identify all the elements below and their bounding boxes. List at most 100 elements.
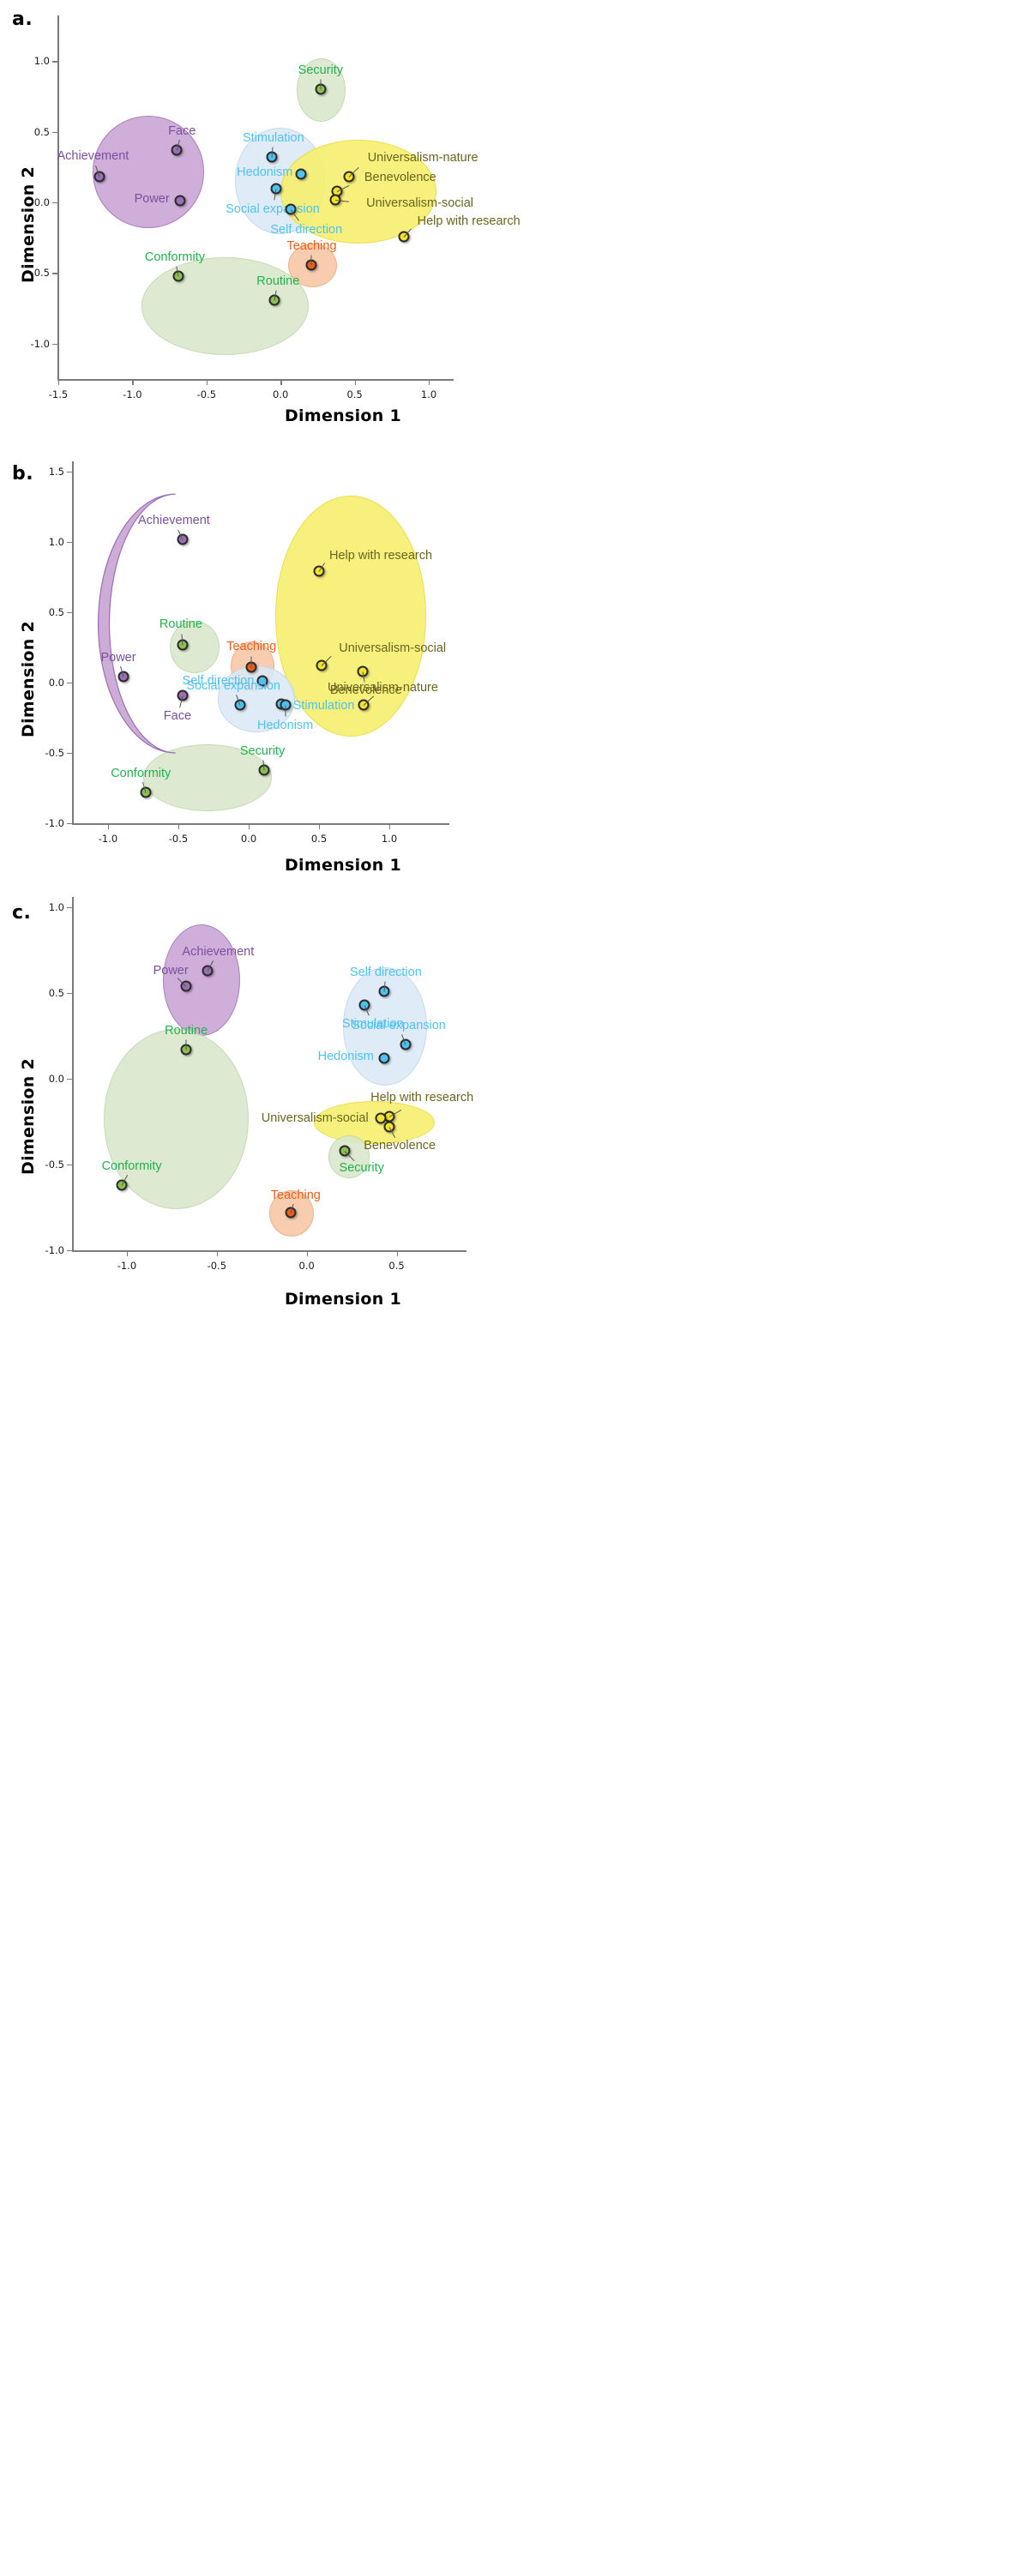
- point-label: Routine: [256, 274, 300, 288]
- point-label: Help with research: [329, 549, 433, 563]
- x-tick-label: 0.5: [346, 388, 363, 400]
- x-tick-label: -1.0: [98, 833, 118, 845]
- y-tick-label: 0.5: [48, 987, 64, 999]
- cluster-ellipse-green: [141, 257, 310, 356]
- y-tick: [67, 1079, 72, 1080]
- x-tick: [429, 380, 430, 385]
- y-tick: [67, 542, 72, 544]
- x-tick-label: 0.5: [310, 833, 328, 845]
- x-axis-line: [72, 1250, 466, 1252]
- x-tick: [58, 380, 60, 385]
- point-label: Achievement: [182, 944, 255, 959]
- point-label: Self direction: [349, 965, 422, 979]
- panel-a-plot-area: 1.0 0.5 0.0 -0.5 -1.0 -1.5 -1.0 -0.5 0.0 0.5 1.0 Se…: [31, 15, 521, 400]
- point-label: Achievement: [57, 149, 129, 164]
- point-label: Universalism-nature: [367, 151, 478, 166]
- point-label: Power: [134, 192, 170, 207]
- x-tick: [206, 380, 208, 385]
- x-tick-label: -1.0: [123, 388, 142, 400]
- point-label: Stimulation: [242, 131, 304, 145]
- y-tick-label: -1.0: [45, 817, 64, 829]
- x-tick-label: -1.0: [117, 1260, 137, 1272]
- data-point[interactable]: [378, 1052, 390, 1064]
- data-point[interactable]: [295, 168, 307, 180]
- point-label: Security: [239, 743, 286, 758]
- y-tick-label: -0.5: [45, 747, 64, 759]
- point-label: Universalism-nature: [328, 680, 438, 695]
- leader-line: [185, 1039, 187, 1050]
- panel-c: c. Dimension 2 Dimension 1 1.0 0.5 0.0 -0.5…: [0, 883, 1029, 1312]
- panel-b: b. Dimension 2 Dimension 1 1.5 1.0 0.5 0.0-…: [0, 437, 1029, 875]
- point-label: Teaching: [270, 1188, 321, 1202]
- x-tick-label: 0.0: [240, 833, 257, 845]
- x-tick: [126, 1251, 129, 1256]
- point-label: Security: [298, 63, 344, 77]
- x-tick-label: 0.0: [273, 388, 289, 400]
- panel-a-x-axis-title: Dimension 1: [284, 406, 402, 425]
- x-tick-label: -0.5: [196, 388, 217, 400]
- point-label: Universalism-social: [339, 641, 447, 656]
- point-label: Conformity: [101, 1159, 162, 1173]
- point-label: Conformity: [111, 766, 172, 780]
- point-label: Help with research: [370, 1090, 474, 1104]
- point-label: Achievement: [137, 513, 210, 527]
- x-tick: [108, 824, 110, 829]
- point-label: Stimulation: [292, 698, 355, 713]
- point-label: Power: [153, 963, 189, 978]
- x-tick-label: 1.0: [381, 833, 398, 845]
- point-label: Teaching: [286, 238, 337, 253]
- y-tick-label: 0.5: [33, 125, 50, 138]
- y-tick: [67, 823, 72, 825]
- point-label: Face: [163, 708, 192, 723]
- y-tick: [52, 343, 57, 346]
- point-label: Hedonism: [256, 718, 314, 732]
- point-label: Conformity: [144, 250, 206, 264]
- y-tick: [67, 753, 72, 755]
- point-label: Self direction: [270, 222, 343, 237]
- point-label: Face: [168, 123, 196, 138]
- y-tick: [52, 131, 57, 133]
- point-label: Routine: [159, 617, 202, 631]
- point-label: Hedonism: [237, 165, 293, 179]
- x-tick: [178, 824, 180, 829]
- y-tick-label: 0.5: [48, 606, 64, 618]
- y-tick-label: 0.0: [48, 1073, 64, 1085]
- leader-line: [320, 79, 322, 90]
- y-tick-label: 0.0: [48, 677, 64, 689]
- x-axis-line: [57, 379, 454, 381]
- point-label: Social expansion: [186, 678, 280, 693]
- x-tick-label: 1.0: [420, 388, 437, 400]
- x-tick: [306, 1251, 309, 1256]
- y-tick: [67, 907, 72, 909]
- x-tick-label: -0.5: [207, 1260, 227, 1272]
- x-tick: [280, 380, 282, 385]
- point-label: Power: [100, 651, 136, 665]
- y-tick: [67, 612, 72, 614]
- point-label: Help with research: [417, 214, 521, 228]
- panel-c-x-axis-title: Dimension 1: [284, 1290, 402, 1309]
- y-tick-label: 0.0: [33, 196, 50, 208]
- x-tick-label: 0.5: [388, 1260, 405, 1272]
- point-label: Universalism-social: [366, 196, 474, 210]
- y-tick: [52, 273, 57, 274]
- y-tick-label: -1.0: [45, 1244, 64, 1256]
- x-tick: [216, 1251, 219, 1256]
- data-point[interactable]: [174, 195, 186, 207]
- x-tick: [249, 824, 250, 829]
- point-label: Hedonism: [317, 1049, 374, 1063]
- x-axis-line: [72, 823, 449, 825]
- y-tick-label: -0.5: [45, 1159, 64, 1171]
- y-axis-line: [57, 15, 59, 381]
- panel-a-letter: a.: [12, 9, 33, 30]
- x-tick: [319, 824, 321, 829]
- y-tick-label: -1.0: [30, 337, 50, 350]
- panel-b-x-axis-title: Dimension 1: [284, 856, 402, 875]
- panel-a: a. Dimension 2 Dimension 1 1.0 0.5 0.0 -0.5…: [0, 0, 1029, 429]
- cluster-ellipse-purple: [162, 924, 240, 1036]
- panel-a-y-axis-title: Dimension 2: [19, 166, 38, 283]
- data-point[interactable]: [375, 1112, 387, 1124]
- point-label: Teaching: [226, 639, 277, 653]
- x-tick-label: -1.5: [48, 388, 69, 400]
- y-axis-line: [72, 897, 74, 1252]
- x-tick-label: 0.0: [298, 1260, 315, 1272]
